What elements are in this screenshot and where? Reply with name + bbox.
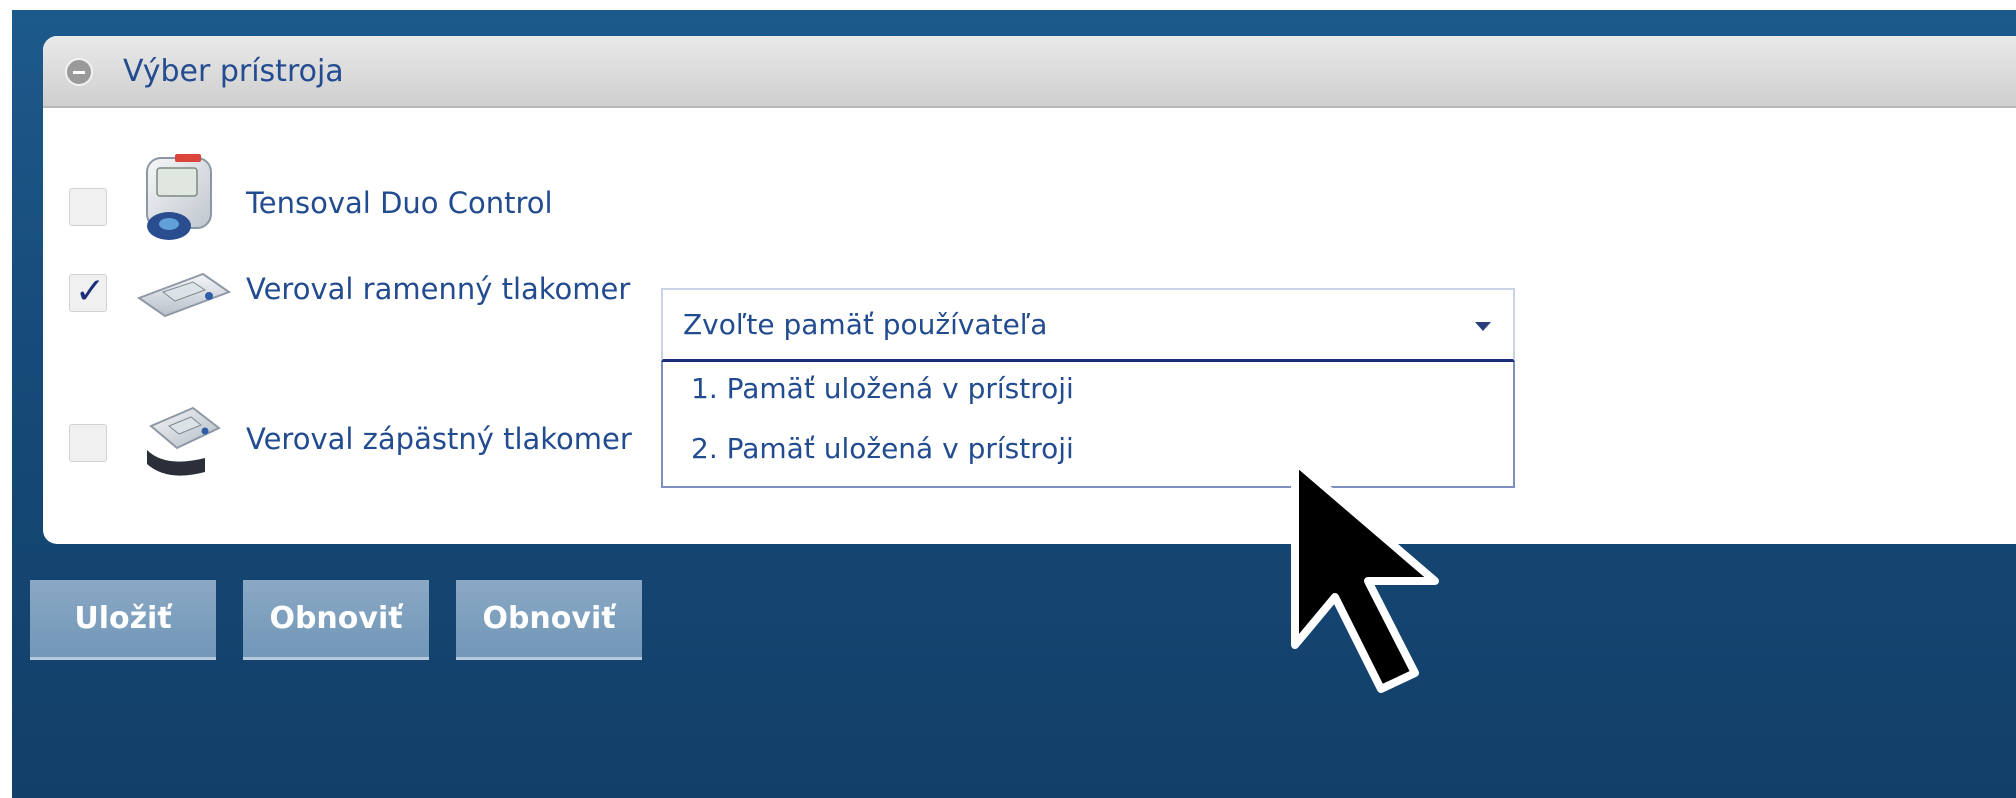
chevron-down-icon[interactable] <box>1475 322 1491 331</box>
refresh-button-2[interactable]: Obnoviť <box>456 580 642 660</box>
mouse-cursor-icon <box>1291 457 1439 693</box>
wrist-cuff-monitor-device-image <box>147 406 221 476</box>
wrist-monitor-device-image <box>146 154 212 240</box>
dropdown-option-2[interactable]: 2. Pamäť uložená v prístroji <box>691 432 1074 465</box>
refresh-button-1[interactable]: Obnoviť <box>243 580 429 660</box>
save-button[interactable]: Uložiť <box>30 580 216 660</box>
memory-select[interactable]: Zvoľte pamäť používateľa <box>661 288 1515 362</box>
checkbox-veroval-wrist[interactable] <box>69 424 107 462</box>
checkbox-tensoval[interactable] <box>69 188 107 226</box>
device-label-tensoval: Tensoval Duo Control <box>246 186 553 220</box>
device-row-tensoval: Tensoval Duo Control <box>43 144 2016 244</box>
panel-title: Výber prístroja <box>123 54 344 89</box>
upper-arm-monitor-device-image <box>136 272 232 318</box>
memory-select-value: Zvoľte pamäť používateľa <box>683 308 1048 341</box>
device-label-veroval-arm: Veroval ramenný tlakomer <box>246 272 631 306</box>
check-mark-icon: ✓ <box>75 271 106 312</box>
device-label-veroval-wrist: Veroval zápästný tlakomer <box>246 422 632 456</box>
collapse-minus-icon[interactable] <box>65 58 93 86</box>
panel-header[interactable]: Výber prístroja <box>43 36 2016 108</box>
checkbox-veroval-arm[interactable]: ✓ <box>69 271 107 312</box>
device-selection-panel: Výber prístroja Tensoval Duo Control ✓ V… <box>43 36 2016 544</box>
dropdown-option-1[interactable]: 1. Pamäť uložená v prístroji <box>691 372 1074 405</box>
